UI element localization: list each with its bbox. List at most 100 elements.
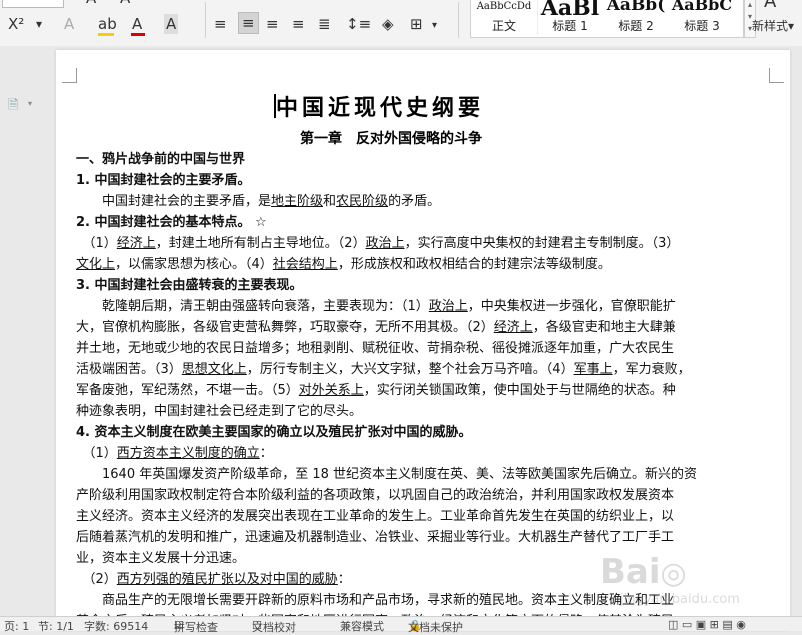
- style-label: 标题 3: [684, 19, 720, 33]
- style-label: 标题 1: [552, 19, 588, 33]
- borders-icon[interactable]: ⊞: [410, 14, 423, 34]
- paragraph-line: 后随着蒸汽机的发明和推广，迅速遍及机器制造业、冶铁业、采掘业等行业。大机器生产替…: [76, 528, 674, 548]
- style-heading-3[interactable]: AaBbC 标题 3: [669, 0, 735, 35]
- text-run: 军备废弛，军纪荡然，不堪一击。（5）: [76, 383, 299, 398]
- paragraph-line: 业，资本主义发展十分迅速。: [76, 549, 245, 569]
- underlined-term: 政治上: [428, 299, 468, 314]
- paragraph-line: （1）经济上，封建土地所有制占主导地位。（2）政治上，实行高度中央集权的封建君主…: [76, 234, 679, 254]
- clear-format-icon[interactable]: A: [64, 14, 74, 34]
- char-shading-icon[interactable]: A: [164, 14, 179, 34]
- watermark-text: jingyan.baidu.com: [620, 592, 740, 607]
- highlight-icon[interactable]: ab: [98, 14, 117, 34]
- styles-gallery: AaBbCcDd 正文 AaBl 标题 1 AaBb( 标题 2 AaBbC 标…: [470, 0, 744, 38]
- section-heading: 3. 中国封建社会由盛转衰的主要表现。: [76, 276, 303, 296]
- underlined-term: 文化上: [76, 257, 116, 272]
- document-title: 中国近现代史纲要: [276, 95, 485, 121]
- text-run: ，实行高度中央集权的封建君主专制制度。（3）: [404, 236, 680, 251]
- underlined-term: 经济上: [116, 236, 156, 251]
- underlined-term: 社会结构上: [272, 257, 338, 272]
- status-page[interactable]: 页: 1: [4, 618, 29, 634]
- compat-mode: 兼容模式: [340, 620, 384, 633]
- status-section[interactable]: 节: 1/1: [38, 618, 74, 634]
- text-run: ：: [337, 572, 351, 587]
- ribbon: A A X² ▾ A ab A A ≡ ≡ ≡ ≡ ≣ ↕≡ ◈ ⊞ ▾ AaB…: [0, 0, 802, 47]
- text-run: ，以儒家思想为核心。（4）: [115, 257, 273, 272]
- style-normal[interactable]: AaBbCcDd 正文: [471, 0, 538, 35]
- text-run: ：: [259, 446, 273, 461]
- font-color-bar: [131, 33, 145, 36]
- justify-icon[interactable]: ≡: [292, 14, 305, 34]
- style-preview: AaBbCcDd: [476, 1, 532, 12]
- spell-check-label: 拼写检查: [174, 621, 218, 634]
- chapter-heading: 第一章 反对外国侵略的斗争: [300, 131, 482, 147]
- paragraph-line: 1640 年英国爆发资产阶级革命，至 18 世纪资本主义制度在英、美、法等欧美国…: [76, 465, 697, 485]
- font-size-box[interactable]: [2, 0, 64, 8]
- paragraph-line: （1）西方资本主义制度的确立：: [76, 444, 273, 464]
- separator: [205, 2, 206, 38]
- new-style-icon[interactable]: A: [764, 0, 776, 12]
- text-run: 1. 中国封建社会的主要矛盾。: [76, 173, 251, 188]
- underlined-term: 政治上: [365, 236, 405, 251]
- align-center-icon[interactable]: ≡: [238, 12, 259, 34]
- text-run: 种迹象表明，中国封建社会已经走到了它的尽头。: [76, 404, 363, 419]
- text-run: 并土地，无地或少地的农民日益增多；地租剥削、赋税征收、苛捐杂税、徭役摊派逐年加重…: [76, 341, 675, 356]
- view-icons[interactable]: ◫ ▭ ▣ ⊞ ▤ ◉: [668, 618, 746, 631]
- font-color-icon[interactable]: A: [132, 14, 142, 34]
- doc-nav-icon[interactable]: 🗎: [8, 96, 18, 118]
- crop-mark: [62, 68, 77, 83]
- style-preview: AaBbC: [671, 0, 733, 14]
- text-run: 1640 年英国爆发资产阶级革命，至 18 世纪资本主义制度在英、美、法等欧美国…: [76, 467, 698, 482]
- new-style-button[interactable]: 新样式▾: [752, 16, 794, 36]
- document-canvas[interactable]: 🗎 ▾ 中国近现代史纲要 第一章 反对外国侵略的斗争 一、鸦片战争前的中国与世界…: [0, 46, 802, 630]
- paragraph-line: （2）西方列强的殖民扩张以及对中国的威胁：: [76, 570, 351, 590]
- paragraph-line: 产阶级利用国家政权制定符合本阶级利益的各项政策，以巩固自己的政治统治，并利用国家…: [76, 486, 674, 506]
- protection-label: 文档未保护: [408, 621, 463, 634]
- text-run: 3. 中国封建社会由盛转衰的主要表现。: [76, 278, 303, 293]
- text-run: ，军力衰败，: [612, 362, 691, 377]
- shading-icon[interactable]: ◈: [382, 14, 394, 34]
- borders-dropdown-icon[interactable]: ▾: [432, 16, 437, 36]
- text-run: ，实行闭关锁国政策，使中国处于与世隔绝的状态。种: [363, 383, 676, 398]
- text-run: 一、鸦片战争前的中国与世界: [76, 152, 246, 167]
- underlined-term: 西方列强的殖民扩张以及对中国的威胁: [116, 572, 338, 587]
- text-run: 活极端困苦。（3）: [76, 362, 182, 377]
- text-run: 2. 中国封建社会的基本特点。 ☆: [76, 215, 267, 230]
- text-run: 大，官僚机构膨胀，各级官吏营私舞弊，巧取豪夺，无所不用其极。（2）: [76, 320, 494, 335]
- text-run: 产阶级利用国家政权制定符合本阶级利益的各项政策，以巩固自己的政治统治，并利用国家…: [76, 488, 675, 503]
- underlined-term: 西方资本主义制度的确立: [116, 446, 260, 461]
- text-run: （1）: [76, 236, 117, 251]
- highlight-color-bar: [98, 33, 114, 36]
- crop-mark: [769, 68, 784, 83]
- doc-nav-dropdown-icon[interactable]: ▾: [28, 99, 32, 108]
- paragraph-line: 主义经济。资本主义经济的发展突出表现在工业革命的发生上。工业革命首先发生在英国的…: [76, 507, 674, 527]
- section-heading: 一、鸦片战争前的中国与世界: [76, 150, 245, 170]
- align-left-icon[interactable]: ≡: [214, 14, 227, 34]
- paragraph-line: 文化上，以儒家思想为核心。（4）社会结构上，形成族权和政权相结合的封建宗法等级制…: [76, 255, 611, 275]
- status-word-count[interactable]: 字数: 69514: [84, 618, 148, 634]
- bold-icon[interactable]: A: [86, 0, 96, 8]
- align-right-icon[interactable]: ≡: [266, 14, 279, 34]
- line-spacing-icon[interactable]: ↕≡: [346, 14, 371, 34]
- style-heading-1[interactable]: AaBl 标题 1: [537, 0, 603, 35]
- underlined-term: 军事上: [573, 362, 613, 377]
- section-heading: 1. 中国封建社会的主要矛盾。: [76, 171, 251, 191]
- underlined-term: 地主阶级: [271, 194, 324, 209]
- underlined-term: 思想文化上: [181, 362, 247, 377]
- subscript-dropdown-icon[interactable]: ▾: [36, 14, 42, 34]
- distributed-icon[interactable]: ≣: [318, 14, 331, 34]
- underlined-term: 经济上: [493, 320, 533, 335]
- status-bar: 页: 1 节: 1/1 字数: 69514 ☑ 拼写检查 ☐ 文档校对 兼容模式…: [0, 616, 802, 634]
- doc-check-label: 文档校对: [252, 621, 296, 634]
- document-page[interactable]: 中国近现代史纲要 第一章 反对外国侵略的斗争 一、鸦片战争前的中国与世界 1. 中…: [56, 50, 790, 630]
- paragraph-line: 并土地，无地或少地的农民日益增多；地租剥削、赋税征收、苛捐杂税、徭役摊派逐年加重…: [76, 339, 674, 359]
- paragraph-line: 种迹象表明，中国封建社会已经走到了它的尽头。: [76, 402, 362, 422]
- text-run: 业，资本主义发展十分迅速。: [76, 551, 246, 566]
- italic-icon[interactable]: A: [120, 0, 130, 8]
- underlined-term: 对外关系上: [298, 383, 364, 398]
- text-run: ，各级官吏和地主大肆兼: [532, 320, 676, 335]
- text-run: 乾隆朝后期，清王朝由强盛转向衰落，主要表现为：（1）: [76, 299, 429, 314]
- text-run: （2）: [76, 572, 117, 587]
- superscript-icon[interactable]: X²: [8, 14, 24, 34]
- paragraph-line: 活极端困苦。（3）思想文化上，厉行专制主义，大兴文字狱，整个社会万马齐喑。（4）…: [76, 360, 691, 380]
- style-heading-2[interactable]: AaBb( 标题 2: [603, 0, 669, 35]
